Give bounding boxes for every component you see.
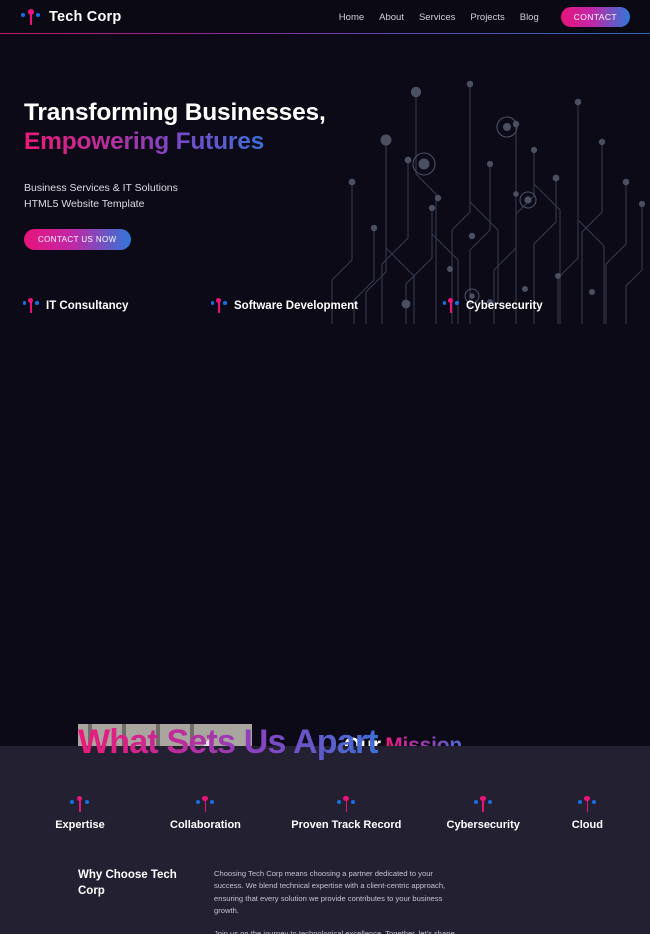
feature-list: Expertise Collaboration Proven Track Rec…: [0, 794, 650, 831]
feature-label: Cybersecurity: [446, 819, 520, 831]
why-choose-block: Why Choose Tech Corp Choosing Tech Corp …: [0, 868, 650, 934]
nav-item-services[interactable]: Services: [419, 12, 455, 23]
feature-expertise[interactable]: Expertise: [18, 794, 142, 831]
hero-service-list: IT Consultancy Software Development Cybe…: [22, 296, 650, 315]
hero-heading-line2: Empowering Futures: [24, 127, 265, 155]
nav-links: Home About Services Projects Blog CONTAC…: [339, 7, 630, 27]
hero-subtitle: Business Services & IT Solutions HTML5 W…: [24, 180, 650, 213]
mission-section: Our Mission Welcome to Tech Corp, where …: [0, 324, 650, 934]
circuit-node-icon: [20, 7, 42, 27]
circuit-node-icon: [577, 794, 597, 814]
service-cybersecurity[interactable]: Cybersecurity: [442, 296, 543, 315]
feature-label: Expertise: [55, 819, 105, 831]
feature-collaboration[interactable]: Collaboration: [142, 794, 269, 831]
why-choose-heading: Why Choose Tech Corp: [78, 869, 177, 897]
nav-item-about[interactable]: About: [379, 12, 404, 23]
landing-page: Tech Corp Home About Services Projects B…: [0, 0, 650, 934]
nav-item-projects[interactable]: Projects: [470, 12, 504, 23]
nav-item-blog[interactable]: Blog: [520, 12, 539, 23]
circuit-node-icon: [336, 794, 356, 814]
hero-subtitle-line1: Business Services & IT Solutions: [24, 181, 178, 194]
what-sets-us-apart-section: What Sets Us Apart Expertise Collaborati…: [0, 723, 650, 934]
brand-name: Tech Corp: [49, 9, 122, 25]
feature-proven-track-record[interactable]: Proven Track Record: [269, 794, 424, 831]
hero-content: Transforming Businesses, Empowering Futu…: [0, 34, 650, 251]
hero-subtitle-line2: HTML5 Website Template: [24, 198, 145, 211]
navbar: Tech Corp Home About Services Projects B…: [0, 0, 650, 34]
circuit-node-icon: [195, 794, 215, 814]
nav-item-home[interactable]: Home: [339, 12, 364, 23]
hero-section: Transforming Businesses, Empowering Futu…: [0, 34, 650, 324]
feature-label: Cloud: [571, 819, 603, 831]
circuit-node-icon: [210, 296, 228, 315]
circuit-node-icon: [473, 794, 493, 814]
circuit-node-icon: [22, 296, 40, 315]
service-it-consultancy[interactable]: IT Consultancy: [22, 296, 210, 315]
contact-button[interactable]: CONTACT: [560, 7, 630, 27]
feature-cloud[interactable]: Cloud: [543, 794, 632, 831]
why-paragraph-1: Choosing Tech Corp means choosing a part…: [214, 869, 446, 915]
why-paragraph-2: Join us on the journey to technological …: [214, 929, 455, 934]
brand-logo[interactable]: Tech Corp: [20, 7, 121, 27]
circuit-node-icon: [442, 296, 460, 315]
apart-title: What Sets Us Apart: [78, 723, 379, 761]
service-label: Software Development: [234, 299, 358, 312]
circuit-node-icon: [70, 794, 90, 814]
why-choose-body: Choosing Tech Corp means choosing a part…: [214, 868, 460, 934]
contact-us-now-button[interactable]: CONTACT US NOW: [24, 229, 131, 251]
feature-label: Proven Track Record: [291, 819, 402, 831]
service-software-development[interactable]: Software Development: [210, 296, 442, 315]
feature-cybersecurity[interactable]: Cybersecurity: [424, 794, 543, 831]
service-label: Cybersecurity: [466, 299, 543, 312]
feature-label: Collaboration: [170, 819, 241, 831]
service-label: IT Consultancy: [46, 299, 129, 312]
hero-heading-line1: Transforming Businesses,: [24, 99, 326, 126]
